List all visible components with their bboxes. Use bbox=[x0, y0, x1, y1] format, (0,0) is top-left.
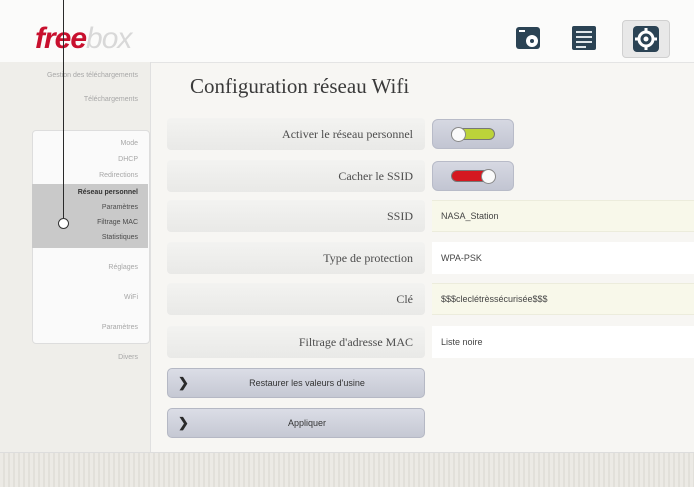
enable-network-label: Activer le réseau personnel bbox=[167, 118, 425, 150]
chevron-right-icon: ❯ bbox=[178, 415, 189, 430]
hide-ssid-toggle[interactable] bbox=[432, 161, 514, 191]
logo-text-free: free bbox=[35, 22, 87, 55]
logo-text-box: box bbox=[86, 22, 132, 55]
sidebar-item-mac-filtering[interactable]: Filtrage MAC bbox=[97, 219, 138, 226]
sidebar-item-personal-network[interactable]: Réseau personnel bbox=[78, 189, 138, 196]
restore-defaults-label: Restaurer les valeurs d'usine bbox=[249, 378, 365, 388]
ssid-label: SSID bbox=[167, 200, 425, 232]
sidebar-item-wifi[interactable]: WiFi bbox=[124, 294, 138, 301]
hide-ssid-label: Cacher le SSID bbox=[167, 160, 425, 192]
key-input[interactable]: $$$cleclétrèssécurisée$$$ bbox=[432, 283, 694, 315]
sidebar-item-redirections[interactable]: Redirections bbox=[99, 172, 138, 179]
apply-button[interactable]: ❯ Appliquer bbox=[167, 408, 425, 438]
sidebar-item-dhcp[interactable]: DHCP bbox=[118, 156, 138, 163]
mac-filter-label: Filtrage d'adresse MAC bbox=[167, 326, 425, 358]
sidebar-item-downloads[interactable]: Téléchargements bbox=[84, 96, 138, 103]
restore-defaults-button[interactable]: ❯ Restaurer les valeurs d'usine bbox=[167, 368, 425, 398]
sidebar-item-settings[interactable]: Réglages bbox=[108, 264, 138, 271]
sidebar-item-misc[interactable]: Divers bbox=[118, 354, 138, 361]
sidebar-item-statistics[interactable]: Statistiques bbox=[102, 234, 138, 241]
list-icon[interactable] bbox=[565, 22, 603, 54]
ssid-input[interactable]: NASA_Station bbox=[432, 200, 694, 232]
app-header: freebox bbox=[0, 0, 694, 63]
key-label: Clé bbox=[167, 283, 425, 315]
enable-network-toggle[interactable] bbox=[432, 119, 514, 149]
page-title: Configuration réseau Wifi bbox=[190, 74, 410, 98]
freebox-logo[interactable]: freebox bbox=[35, 22, 132, 56]
page-bottom-edge bbox=[0, 452, 694, 487]
sidebar-item-downloads-management[interactable]: Gestion des téléchargements bbox=[47, 72, 138, 79]
toggle-knob[interactable] bbox=[481, 169, 496, 184]
callout-marker bbox=[58, 218, 69, 229]
sidebar-item-parameters-2[interactable]: Paramètres bbox=[102, 324, 138, 331]
protection-type-label: Type de protection bbox=[167, 242, 425, 274]
protection-type-select[interactable]: WPA-PSK bbox=[432, 242, 694, 274]
sidebar-item-parameters[interactable]: Paramètres bbox=[102, 204, 138, 211]
callout-line bbox=[63, 0, 64, 222]
chevron-right-icon: ❯ bbox=[178, 375, 189, 390]
apply-label: Appliquer bbox=[287, 418, 327, 428]
mac-filter-select[interactable]: Liste noire bbox=[432, 326, 694, 358]
disk-icon[interactable] bbox=[510, 22, 548, 54]
sidebar-item-mode[interactable]: Mode bbox=[120, 140, 138, 147]
gear-icon[interactable] bbox=[622, 20, 670, 58]
settings-sidebar: Gestion des téléchargements Téléchargeme… bbox=[0, 62, 151, 452]
toggle-knob[interactable] bbox=[451, 127, 466, 142]
